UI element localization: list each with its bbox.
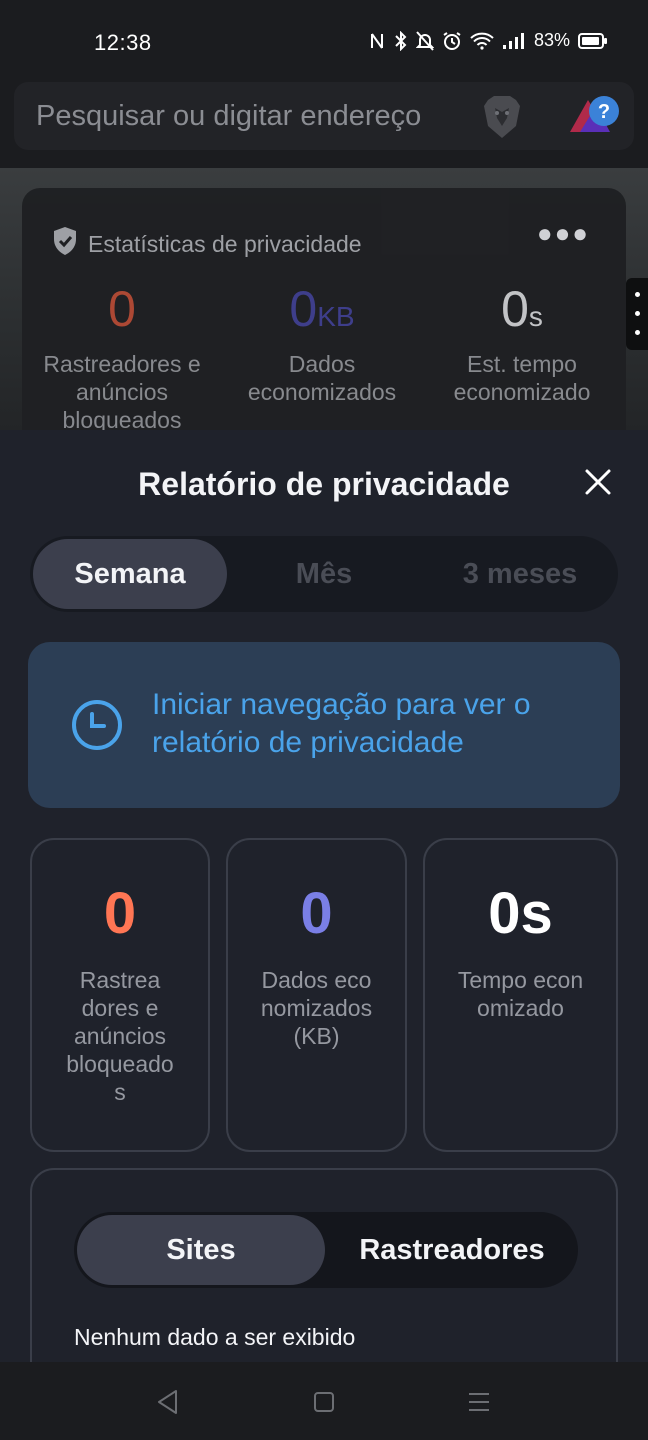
info-banner: Iniciar navegação para ver o relatório d… <box>28 642 620 808</box>
metric-data-saved: 0 Dados eco nomizados (KB) <box>226 838 407 1152</box>
system-nav-bar <box>0 1362 648 1440</box>
sheet-title: Relatório de privacidade <box>138 466 510 502</box>
metric-label: Dados eco nomizados (KB) <box>260 967 373 1049</box>
metric-value: 0 <box>103 881 137 946</box>
tab-mes[interactable]: Mês <box>226 536 422 612</box>
tab-sites[interactable]: Sites <box>77 1215 325 1285</box>
stat-label: Est. tempo economizado <box>453 351 591 405</box>
privacy-report-sheet: Relatório de privacidade Semana Mês 3 me… <box>0 430 648 1362</box>
side-panel-handle[interactable] <box>626 278 648 350</box>
metric-value: 0 <box>300 881 333 946</box>
list-tabs: Sites Rastreadores <box>74 1212 578 1288</box>
stat-value: 0s <box>501 281 543 337</box>
address-placeholder[interactable]: Pesquisar ou digitar endereço <box>36 100 421 133</box>
wifi-icon <box>470 32 494 50</box>
bluetooth-icon <box>394 30 408 51</box>
status-bar: 12:38 83% <box>0 0 648 80</box>
clock-icon <box>70 698 124 757</box>
info-text: Iniciar navegação para ver o relatório d… <box>152 688 531 759</box>
signal-icon <box>502 32 526 50</box>
stat-label: Rastreadores e anúncios bloqueados <box>43 351 201 433</box>
shield-check-icon <box>52 226 78 262</box>
tab-3-meses[interactable]: 3 meses <box>422 536 618 612</box>
stat-time-saved: 0s Est. tempo economizado <box>422 280 622 406</box>
stat-value: 0KB <box>289 281 355 337</box>
privacy-stats-widget[interactable]: Estatísticas de privacidade ●●● 0 Rastre… <box>22 188 626 448</box>
metric-time-saved: 0s Tempo econ omizado <box>423 838 618 1152</box>
stat-data-saved: 0KB Dados economizados <box>222 280 422 406</box>
tab-rastreadores[interactable]: Rastreadores <box>326 1212 578 1288</box>
address-bar-container: Pesquisar ou digitar endereço ? <box>0 80 648 168</box>
address-bar[interactable]: Pesquisar ou digitar endereço ? <box>14 82 634 150</box>
bell-off-icon <box>415 30 434 51</box>
back-icon[interactable] <box>148 1384 188 1420</box>
stat-value: 0 <box>108 281 136 337</box>
close-icon[interactable] <box>576 460 620 504</box>
privacy-stats-header: Estatísticas de privacidade <box>52 226 362 262</box>
metric-label: Rastrea dores e anúncios bloqueado s <box>66 967 174 1105</box>
brave-shield-icon[interactable] <box>482 94 522 145</box>
more-icon[interactable]: ●●● <box>537 218 590 249</box>
empty-state-text: Nenhum dado a ser exibido <box>74 1324 356 1350</box>
privacy-stats-title: Estatísticas de privacidade <box>88 230 362 257</box>
metric-trackers-blocked: 0 Rastrea dores e anúncios bloqueado s <box>30 838 210 1152</box>
stat-label: Dados economizados <box>247 351 397 405</box>
sites-trackers-card: Sites Rastreadores Nenhum dado a ser exi… <box>30 1168 618 1362</box>
recents-icon[interactable] <box>459 1384 499 1420</box>
stat-trackers-blocked: 0 Rastreadores e anúncios bloqueados <box>22 280 222 434</box>
metric-label: Tempo econ omizado <box>457 967 584 1021</box>
brave-rewards-icon[interactable]: ? <box>566 92 622 143</box>
status-icons: 83% <box>368 30 608 51</box>
tab-semana[interactable]: Semana <box>33 539 227 609</box>
battery-icon <box>578 32 608 50</box>
home-icon[interactable] <box>304 1384 344 1420</box>
metric-value: 0s <box>488 881 553 946</box>
alarm-icon <box>442 31 462 51</box>
svg-text:?: ? <box>598 101 610 123</box>
battery-percent: 83% <box>533 30 570 50</box>
status-time: 12:38 <box>94 30 152 55</box>
period-tabs: Semana Mês 3 meses <box>30 536 618 612</box>
nfc-icon <box>368 32 386 50</box>
